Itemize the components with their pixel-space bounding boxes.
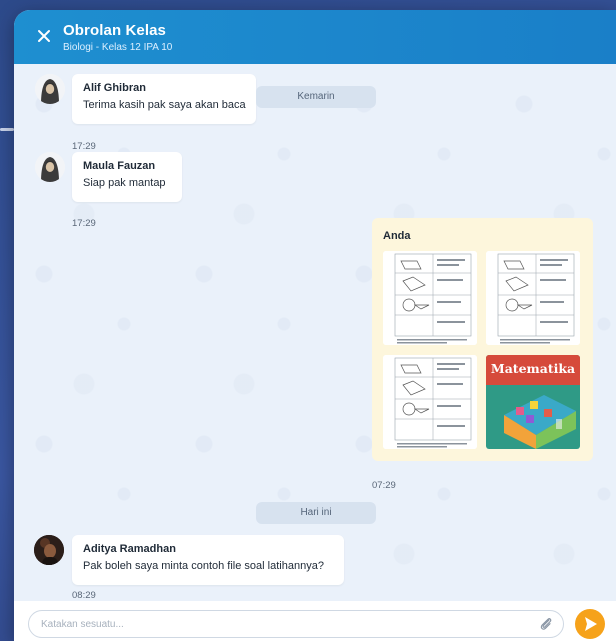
message-bubble: Aditya Ramadhan Pak boleh saya minta con… <box>72 535 344 585</box>
attachment-thumbnail[interactable] <box>383 355 477 449</box>
chat-header: Obrolan Kelas Biologi - Kelas 12 IPA 10 <box>14 10 616 64</box>
date-separator-yesterday: Kemarin <box>256 86 376 108</box>
attach-button[interactable] <box>538 616 554 632</box>
send-icon <box>585 617 597 631</box>
send-button[interactable] <box>575 609 605 639</box>
hooded-avatar-icon <box>35 74 65 104</box>
avatar-alif-ghibran[interactable] <box>35 74 65 104</box>
sender-name: Maula Fauzan <box>83 160 156 172</box>
class-chat-window: Obrolan Kelas Biologi - Kelas 12 IPA 10 … <box>14 10 616 641</box>
paperclip-icon <box>540 618 552 630</box>
worksheet-image <box>383 251 477 345</box>
message-composer <box>14 601 616 641</box>
message-time: 08:29 <box>72 590 96 601</box>
attachment-thumbnail[interactable] <box>383 251 477 345</box>
message-time: 17:29 <box>72 218 96 229</box>
message-bubble: Alif Ghibran Terima kasih pak saya akan … <box>72 74 256 124</box>
background-divider <box>0 128 14 131</box>
attachment-thumbnail[interactable] <box>486 251 580 345</box>
photo-avatar-icon <box>34 535 64 565</box>
chat-title: Obrolan Kelas <box>63 22 166 39</box>
chat-subtitle: Biologi - Kelas 12 IPA 10 <box>63 42 173 53</box>
message-text: Siap pak mantap <box>83 177 166 189</box>
worksheet-image <box>486 251 580 345</box>
avatar-maula-fauzan[interactable] <box>35 152 65 182</box>
my-message-bubble: Anda Matematika <box>372 218 593 461</box>
sender-name: Aditya Ramadhan <box>83 543 176 555</box>
date-separator-today: Hari ini <box>256 502 376 524</box>
book-title: Matematika <box>490 361 576 376</box>
close-icon <box>38 30 50 42</box>
worksheet-image <box>383 355 477 449</box>
attachment-thumbnail[interactable]: Matematika <box>486 355 580 449</box>
message-time: 17:29 <box>72 141 96 152</box>
sender-name: Anda <box>383 230 411 242</box>
message-text: Pak boleh saya minta contoh file soal la… <box>83 560 324 572</box>
message-input[interactable] <box>28 610 564 638</box>
message-list[interactable]: Alif Ghibran Terima kasih pak saya akan … <box>14 64 616 601</box>
message-text: Terima kasih pak saya akan baca <box>83 99 246 111</box>
message-time: 07:29 <box>372 480 396 491</box>
close-button[interactable] <box>34 26 54 46</box>
hooded-avatar-icon <box>35 152 65 182</box>
avatar-aditya-ramadhan[interactable] <box>34 535 64 565</box>
sender-name: Alif Ghibran <box>83 82 146 94</box>
message-bubble: Maula Fauzan Siap pak mantap <box>72 152 182 202</box>
